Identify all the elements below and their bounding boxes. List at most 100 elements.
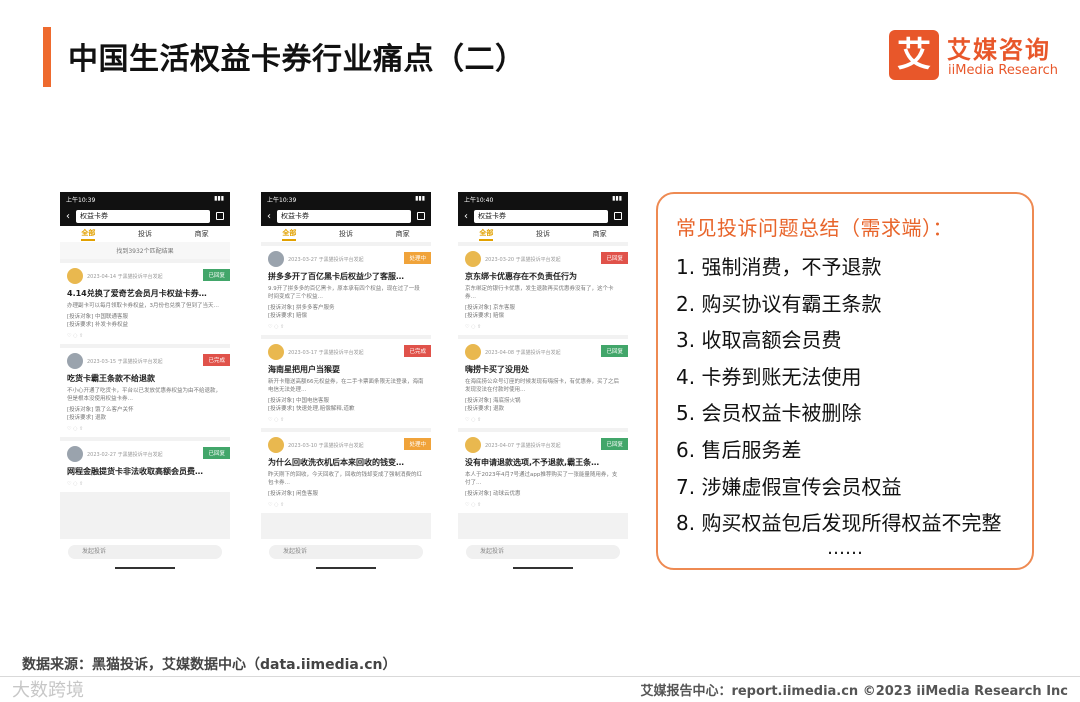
complaint-card[interactable]: 2023-04-08 于黑猫投诉平台发起 已回复 嗨捞卡买了没用处 在海底捞公众号订座… — [458, 339, 628, 428]
data-source: 数据来源：黑猫投诉，艾媒数据中心（data.iimedia.cn） — [22, 657, 397, 673]
status-bar: 上午10:39 ▮▮▮ — [261, 192, 431, 206]
tab-item[interactable]: 商家 — [396, 229, 410, 239]
status-bar: 上午10:39 ▮▮▮ — [60, 192, 230, 206]
complaint-card[interactable]: 2023-03-17 于黑猫投诉平台发起 已完成 海南星把用户当猴耍 新开卡赠送高额6… — [261, 339, 431, 428]
summary-item: 5. 会员权益卡被删除 — [676, 401, 862, 426]
search-input[interactable]: 权益卡券 — [277, 209, 411, 223]
avatar — [268, 437, 284, 453]
status-time: 上午10:39 — [66, 197, 96, 204]
card-title: 嗨捞卡买了没用处 — [465, 365, 529, 374]
card-body: 办理副卡可以每月领取卡券权益，3月份也兑换了但到了当天… — [67, 303, 220, 309]
footer-credit: 艾媒报告中心：report.iimedia.cn ©2023 iiMedia R… — [640, 684, 1068, 699]
back-icon[interactable]: ‹ — [66, 211, 70, 222]
tab-item[interactable]: 全部 — [81, 227, 96, 241]
status-time: 上午10:39 — [267, 197, 297, 204]
summary-item: 3. 收取高额会员费 — [676, 328, 842, 353]
complaint-input[interactable]: 发起投诉 — [269, 545, 423, 559]
complaint-card[interactable]: 2023-03-10 于黑猫投诉平台发起 处理中 为什么回收洗衣机后本来回收的钱变…… — [261, 432, 431, 513]
summary-list: 1. 强制消费，不予退款 2. 购买协议有霸王条款 3. 收取高额会员费 4. … — [676, 249, 1014, 542]
tab-bar: 全部 投诉 商家 — [261, 226, 431, 242]
complaint-card[interactable]: 2023-03-15 于黑猫投诉平台发起 已完成 吃货卡霸王条款不给退款 不小心开通了… — [60, 348, 230, 437]
summary-item: 8. 购买权益包后发现所得权益不完整 — [676, 511, 1002, 536]
home-indicator — [115, 567, 175, 569]
card-header: 2023-02-27 于黑猫投诉平台发起 — [67, 446, 223, 462]
status-badge: 已回复 — [601, 438, 628, 450]
status-badge: 处理中 — [404, 252, 431, 264]
card-tags: [投诉对象] 中国联通客服 [投诉要求] 补发卡券权益 — [67, 314, 129, 328]
card-tags: [投诉对象] 闲鱼客服 — [268, 491, 319, 497]
avatar — [67, 268, 83, 284]
complaint-card[interactable]: 2023-02-27 于黑猫投诉平台发起 已回复 网程金融提货卡非法收取高额会员费…… — [60, 441, 230, 492]
summary-item: 6. 售后服务差 — [676, 437, 802, 462]
card-title: 为什么回收洗衣机后本来回收的钱变… — [268, 458, 404, 467]
complaint-card[interactable]: 2023-03-20 于黑猫投诉平台发起 已回复 京东绑卡优惠存在不负责任行为 京东绑… — [458, 246, 628, 335]
avatar — [268, 251, 284, 267]
card-action-icons: ♡ ◌ ⇪ — [268, 417, 285, 423]
card-action-icons: ♡ ◌ ⇪ — [465, 502, 482, 508]
card-meta: 2023-03-17 于黑猫投诉平台发起 — [288, 349, 364, 356]
search-bar: ‹ 权益卡券 — [261, 206, 431, 226]
logo-en: iiMedia Research — [948, 63, 1059, 78]
logo-cn: 艾媒咨询 — [947, 36, 1051, 64]
summary-item: 1. 强制消费，不予退款 — [676, 255, 882, 279]
status-badge: 已完成 — [203, 354, 230, 366]
card-header: 2023-03-17 于黑猫投诉平台发起 — [268, 344, 424, 360]
card-header: 2023-03-20 于黑猫投诉平台发起 — [465, 251, 621, 267]
tab-item[interactable]: 投诉 — [339, 229, 353, 239]
tab-item[interactable]: 投诉 — [138, 229, 152, 239]
back-icon[interactable]: ‹ — [464, 211, 468, 222]
complaint-input[interactable]: 发起投诉 — [68, 545, 222, 559]
summary-heading: 常见投诉问题总结（需求端）： — [676, 216, 953, 240]
tab-item[interactable]: 全部 — [282, 227, 297, 241]
signal-icon: ▮▮▮ — [612, 195, 622, 202]
status-badge: 处理中 — [404, 438, 431, 450]
status-badge: 已完成 — [404, 345, 431, 357]
card-meta: 2023-03-10 于黑猫投诉平台发起 — [288, 442, 364, 449]
card-meta: 2023-03-15 于黑猫投诉平台发起 — [87, 358, 163, 365]
card-header: 2023-04-08 于黑猫投诉平台发起 — [465, 344, 621, 360]
card-title: 4.14兑换了爱奇艺会员月卡权益卡券… — [67, 289, 207, 298]
tab-item[interactable]: 投诉 — [536, 229, 550, 239]
status-bar: 上午10:40 ▮▮▮ — [458, 192, 628, 206]
share-icon[interactable] — [216, 212, 224, 220]
card-header: 2023-03-10 于黑猫投诉平台发起 — [268, 437, 424, 453]
search-input[interactable]: 权益卡券 — [474, 209, 608, 223]
summary-item: 2. 购买协议有霸王条款 — [676, 291, 882, 316]
status-badge: 已回复 — [203, 269, 230, 281]
title-accent-bar — [43, 27, 51, 87]
complaint-input[interactable]: 发起投诉 — [466, 545, 620, 559]
card-title: 吃货卡霸王条款不给退款 — [67, 374, 155, 383]
card-meta: 2023-04-07 于黑猫投诉平台发起 — [485, 442, 561, 449]
status-time: 上午10:40 — [464, 197, 494, 204]
card-body: 在海底捞公众号订座的时候发现有嗨捞卡，有优惠券，买了之后发现没法在付款时使用… — [465, 379, 620, 393]
complaint-card[interactable]: 2023-04-07 于黑猫投诉平台发起 已回复 没有申请退款选项,不予退款,霸王条… — [458, 432, 628, 513]
logo: 艾 艾媒咨询 iiMedia Research — [889, 30, 1064, 82]
card-body: 昨天刚下的回收，今天回收了，回收的钱却变成了强制消费的红包卡券… — [268, 472, 423, 486]
share-icon[interactable] — [614, 212, 622, 220]
search-bar: ‹ 权益卡券 — [458, 206, 628, 226]
card-title: 京东绑卡优惠存在不负责任行为 — [465, 272, 577, 281]
logo-mark: 艾 — [889, 30, 939, 80]
result-count: 找到3932个匹配结果 — [60, 242, 230, 259]
complaint-card[interactable]: 2023-04-14 于黑猫投诉平台发起 已回复 4.14兑换了爱奇艺会员月卡权益卡… — [60, 263, 230, 344]
card-header: 2023-04-14 于黑猫投诉平台发起 — [67, 268, 223, 284]
tab-item[interactable]: 全部 — [479, 227, 494, 241]
card-action-icons: ♡ ◌ ⇪ — [67, 426, 84, 432]
card-body: 新开卡赠送高额66元权益券，在二手卡票面条限无法登录，海南电信无法处理… — [268, 379, 424, 393]
card-tags: [投诉对象] 海底捞火锅 [投诉要求] 退款 — [465, 398, 521, 412]
tab-item[interactable]: 商家 — [195, 229, 209, 239]
phone-screenshot: 上午10:39 ▮▮▮ ‹ 权益卡券全部 投诉 商家找到3932个匹配结果 2023-04-… — [60, 192, 230, 567]
search-input[interactable]: 权益卡券 — [76, 209, 210, 223]
complaint-card[interactable]: 2023-03-27 于黑猫投诉平台发起 处理中 拼多多开了百亿黑卡后权益少了客服…… — [261, 246, 431, 335]
tab-item[interactable]: 商家 — [593, 229, 607, 239]
avatar — [465, 251, 481, 267]
card-body: 京东绑定的银行卡优惠，发生退款再买优惠券没有了，这个卡券… — [465, 286, 614, 300]
avatar — [67, 446, 83, 462]
card-tags: [投诉对象] 拼多多客户服务 [投诉要求] 赔偿 — [268, 305, 335, 319]
card-action-icons: ♡ ◌ ⇪ — [465, 324, 482, 330]
back-icon[interactable]: ‹ — [267, 211, 271, 222]
card-tags: [投诉对象] 京东客服 [投诉要求] 赔偿 — [465, 305, 516, 319]
share-icon[interactable] — [417, 212, 425, 220]
phone-screenshot: 上午10:40 ▮▮▮ ‹ 权益卡券全部 投诉 商家 2023-03-20 于黑猫投诉平台发… — [458, 192, 628, 567]
tab-bar: 全部 投诉 商家 — [60, 226, 230, 242]
